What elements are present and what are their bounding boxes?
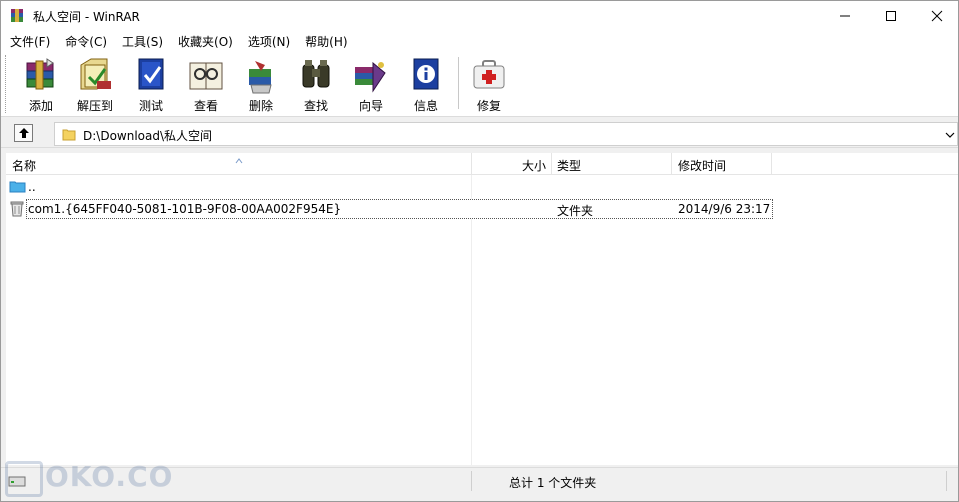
delete-button[interactable]: 删除	[233, 53, 289, 113]
sort-ascending-icon	[235, 153, 243, 167]
parent-folder-icon	[9, 180, 26, 196]
item-name: com1.{645FF040-5081-101B-9F08-00AA002F95…	[28, 202, 342, 216]
add-button[interactable]: 添加	[13, 53, 69, 113]
menu-help[interactable]: 帮助(H)	[296, 31, 353, 51]
address-path: D:\Download\私人空间	[83, 129, 213, 143]
info-label: 信息	[413, 99, 438, 113]
test-label: 测试	[138, 99, 163, 113]
menu-file[interactable]: 文件(F)	[1, 31, 56, 51]
extract-to-icon	[80, 58, 111, 90]
up-arrow-icon	[18, 128, 29, 138]
column-header: 名称 大小 类型 修改时间	[6, 153, 958, 175]
menu-bar: 文件(F) 命令(C) 工具(S) 收藏夹(O) 选项(N) 帮助(H)	[1, 31, 958, 51]
maximize-icon	[886, 11, 896, 21]
wizard-icon	[355, 61, 386, 93]
wizard-button[interactable]: 向导	[343, 53, 399, 113]
repair-icon	[473, 60, 505, 89]
column-modified[interactable]: 修改时间	[678, 153, 726, 175]
find-icon	[302, 60, 330, 88]
status-divider	[471, 471, 472, 491]
toolbar-grip[interactable]	[5, 55, 7, 113]
extract-to-label: 解压到	[76, 99, 113, 113]
toolbar-separator	[458, 57, 460, 109]
item-modified: 2014/9/6 23:17	[678, 202, 771, 216]
find-button[interactable]: 查找	[288, 53, 344, 113]
list-item[interactable]: ..	[6, 177, 958, 197]
extract-to-button[interactable]: 解压到	[67, 53, 123, 113]
minimize-icon	[840, 15, 850, 17]
find-label: 查找	[303, 99, 328, 113]
add-books-icon	[26, 58, 54, 90]
column-divider[interactable]	[471, 153, 472, 175]
repair-button[interactable]: 修复	[461, 53, 517, 113]
view-icon	[189, 62, 223, 90]
column-divider[interactable]	[771, 153, 772, 175]
info-button[interactable]: 信息	[398, 53, 454, 113]
test-button[interactable]: 测试	[123, 53, 179, 113]
column-name[interactable]: 名称	[12, 153, 36, 175]
close-icon	[931, 10, 943, 22]
menu-tools[interactable]: 工具(S)	[113, 31, 169, 51]
view-label: 查看	[193, 99, 218, 113]
repair-label: 修复	[476, 99, 501, 113]
column-type[interactable]: 类型	[557, 153, 581, 175]
delete-label: 删除	[248, 99, 273, 113]
view-button[interactable]: 查看	[178, 53, 234, 113]
status-summary: 总计 1 个文件夹	[509, 476, 597, 490]
menu-favorites[interactable]: 收藏夹(O)	[169, 31, 239, 51]
recycle-bin-icon	[10, 201, 24, 220]
column-size[interactable]: 大小	[522, 153, 546, 175]
watermark-text: OKO.CO	[45, 460, 174, 493]
menu-options[interactable]: 选项(N)	[239, 31, 296, 51]
info-icon	[413, 58, 439, 90]
column-divider[interactable]	[671, 153, 672, 175]
close-button[interactable]	[914, 1, 959, 31]
wizard-label: 向导	[358, 99, 383, 113]
folder-icon	[62, 127, 76, 144]
maximize-button[interactable]	[868, 1, 914, 31]
watermark-logo	[5, 461, 43, 497]
winrar-window: 私人空间 - WinRAR 文件(F) 命令(C) 工具(S) 收藏夹(O) 选…	[0, 0, 959, 502]
delete-icon	[249, 61, 272, 94]
chevron-down-icon[interactable]	[945, 129, 955, 143]
title-bar[interactable]: 私人空间 - WinRAR	[1, 1, 958, 31]
file-list[interactable]: 名称 大小 类型 修改时间 .. com1.{645FF040-5081-101…	[6, 153, 958, 465]
status-divider	[946, 471, 947, 491]
item-name: ..	[28, 180, 36, 194]
up-one-level-button[interactable]	[14, 124, 33, 142]
column-divider[interactable]	[551, 153, 552, 175]
address-bar: D:\Download\私人空间	[1, 118, 958, 148]
item-type: 文件夹	[557, 204, 594, 218]
menu-command[interactable]: 命令(C)	[56, 31, 113, 51]
window-title: 私人空间 - WinRAR	[33, 10, 140, 24]
test-icon	[138, 58, 164, 90]
minimize-button[interactable]	[822, 1, 868, 31]
add-label: 添加	[28, 99, 53, 113]
address-field[interactable]: D:\Download\私人空间	[54, 122, 958, 146]
list-item[interactable]: com1.{645FF040-5081-101B-9F08-00AA002F95…	[6, 199, 958, 219]
winrar-app-icon	[9, 8, 25, 24]
toolbar: 添加 解压到 测试 查看 删除 查找 向导 信息 修复	[1, 51, 958, 117]
